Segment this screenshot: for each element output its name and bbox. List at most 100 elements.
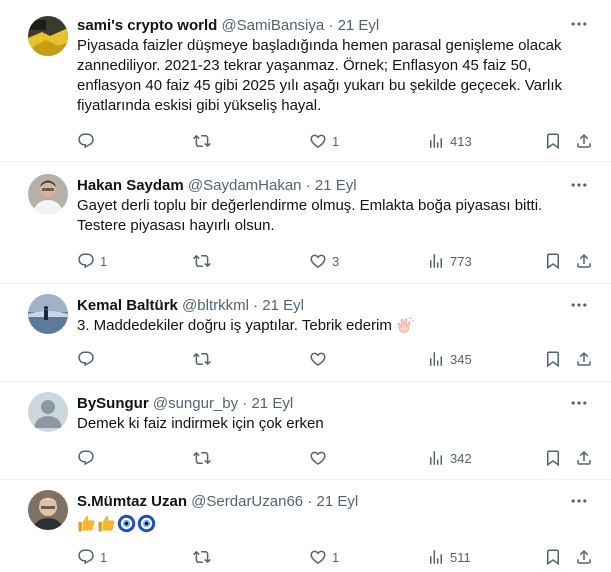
bar-chart-icon [427,449,445,467]
thumbs-up-icon [97,514,116,533]
view-count: 773 [450,253,472,269]
nazar-amulet-icon [137,514,156,533]
retweet-button[interactable] [193,131,216,151]
avatar[interactable] [28,294,68,334]
tweet-text: 3. Maddedekiler doğru iş yaptılar. Tebri… [77,317,392,334]
action-bar: 345 [77,349,597,369]
like-count: 3 [332,253,340,269]
bookmark-icon [544,252,562,270]
display-name[interactable]: BySungur [77,395,149,412]
heart-icon [309,449,327,467]
action-bar: 1 3 773 [77,251,597,271]
retweet-button[interactable] [193,251,216,271]
display-name[interactable]: Kemal Baltürk [77,297,178,314]
thumbs-up-icon [77,514,96,533]
display-name[interactable]: S.Mümtaz Uzan [77,493,187,510]
display-name[interactable]: Hakan Saydam [77,177,184,194]
reply-tweet[interactable]: S.Mümtaz Uzan @SerdarUzan66 · 21 Eyl 1 1… [0,480,611,572]
retweet-button[interactable] [193,349,216,369]
separator-dot: · [328,17,334,34]
bookmark-icon [544,350,562,368]
bar-chart-icon [427,132,445,150]
reply-tweet[interactable]: BySungur @sungur_by · 21 Eyl Demek ki fa… [0,382,611,480]
retweet-icon [193,548,211,566]
timestamp[interactable]: 21 Eyl [338,17,380,34]
avatar[interactable] [28,174,68,214]
like-button[interactable]: 1 [309,131,339,151]
user-handle[interactable]: @sungur_by [153,395,238,412]
display-name[interactable]: sami's crypto world [77,17,217,34]
reply-count: 1 [100,549,108,565]
like-button[interactable]: 3 [309,251,339,271]
reply-button[interactable] [77,349,100,369]
tweet-header: Kemal Baltürk @bltrkkml · 21 Eyl [77,296,571,316]
share-button[interactable] [575,349,593,369]
user-handle[interactable]: @SamiBansiya [221,17,324,34]
views-button[interactable]: 511 [427,547,471,567]
tweet-header: Hakan Saydam @SaydamHakan · 21 Eyl [77,176,571,196]
timestamp[interactable]: 21 Eyl [316,493,358,510]
reply-thread: sami's crypto world @SamiBansiya · 21 Ey… [0,0,611,572]
timestamp[interactable]: 21 Eyl [315,177,357,194]
separator-dot: · [307,493,313,510]
share-button[interactable] [575,448,593,468]
bookmark-button[interactable] [544,131,562,151]
like-count: 1 [332,133,340,149]
view-count: 413 [450,133,472,149]
bookmark-icon [544,548,562,566]
like-count: 1 [332,549,340,565]
like-button[interactable] [309,349,332,369]
heart-icon [309,132,327,150]
bookmark-button[interactable] [544,448,562,468]
like-button[interactable] [309,448,332,468]
views-button[interactable]: 773 [427,251,472,271]
nazar-amulet-icon [117,514,136,533]
reply-icon [77,252,95,270]
avatar[interactable] [28,490,68,530]
more-options-icon[interactable] [569,175,589,195]
share-button[interactable] [575,547,593,567]
avatar[interactable] [28,392,68,432]
bookmark-icon [544,449,562,467]
user-handle[interactable]: @SerdarUzan66 [191,493,303,510]
timestamp[interactable]: 21 Eyl [251,395,293,412]
bookmark-button[interactable] [544,251,562,271]
reply-tweet[interactable]: Kemal Baltürk @bltrkkml · 21 Eyl 3. Madd… [0,284,611,382]
more-options-icon[interactable] [569,14,589,34]
action-bar: 1 413 [77,131,597,151]
more-options-icon[interactable] [569,393,589,413]
share-button[interactable] [575,251,593,271]
retweet-icon [193,132,211,150]
reply-button[interactable]: 1 [77,251,107,271]
reply-icon [77,548,95,566]
reply-button[interactable] [77,448,100,468]
like-button[interactable]: 1 [309,547,339,567]
tweet-header: S.Mümtaz Uzan @SerdarUzan66 · 21 Eyl [77,492,571,512]
separator-dot: · [242,395,248,412]
emoji-text [77,513,567,533]
retweet-button[interactable] [193,547,216,567]
bar-chart-icon [427,252,445,270]
more-options-icon[interactable] [569,491,589,511]
more-options-icon[interactable] [569,295,589,315]
timestamp[interactable]: 21 Eyl [262,297,304,314]
bookmark-button[interactable] [544,547,562,567]
user-handle[interactable]: @SaydamHakan [188,177,302,194]
reply-tweet[interactable]: Hakan Saydam @SaydamHakan · 21 Eyl Gayet… [0,162,611,284]
reply-button[interactable] [77,131,100,151]
avatar[interactable] [28,16,68,56]
retweet-icon [193,252,211,270]
reply-button[interactable]: 1 [77,547,107,567]
share-icon [575,449,593,467]
views-button[interactable]: 342 [427,448,472,468]
share-button[interactable] [575,131,593,151]
bookmark-button[interactable] [544,349,562,369]
views-button[interactable]: 345 [427,349,472,369]
share-icon [575,252,593,270]
retweet-button[interactable] [193,448,216,468]
views-button[interactable]: 413 [427,131,472,151]
reply-tweet[interactable]: sami's crypto world @SamiBansiya · 21 Ey… [0,0,611,162]
tweet-header: BySungur @sungur_by · 21 Eyl [77,394,571,414]
retweet-icon [193,350,211,368]
user-handle[interactable]: @bltrkkml [182,297,249,314]
